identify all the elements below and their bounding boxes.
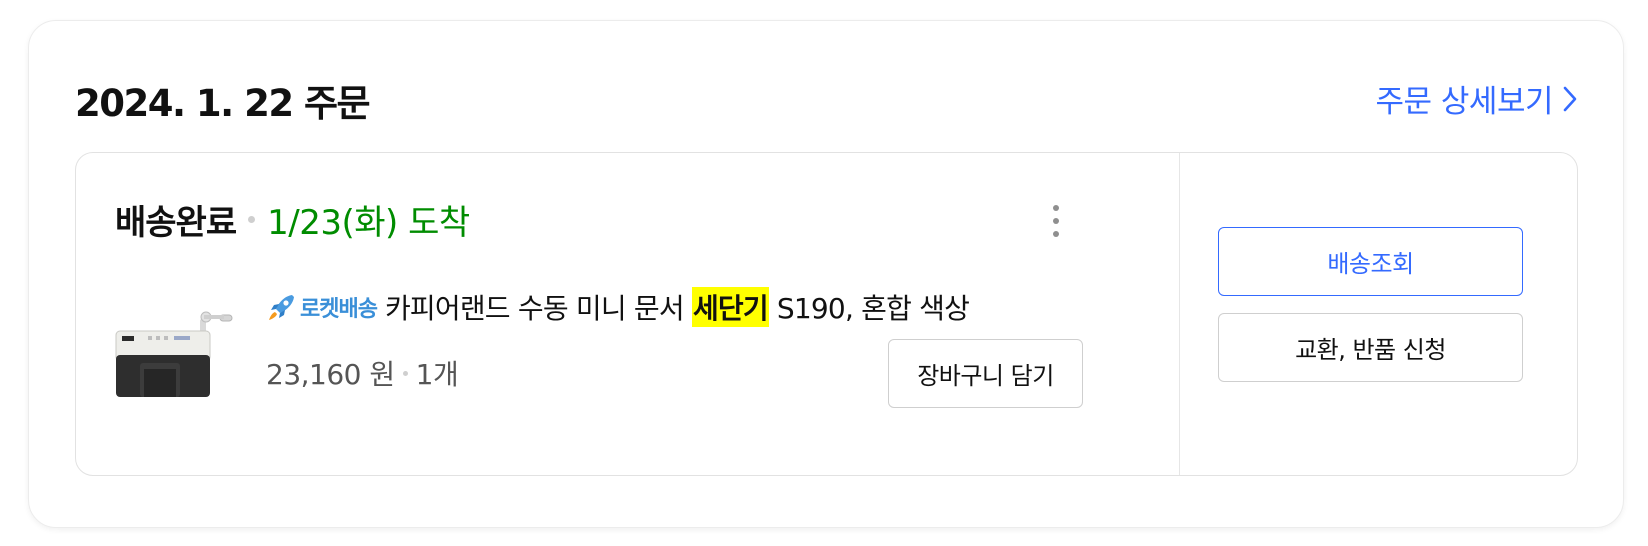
rocket-icon bbox=[269, 295, 294, 320]
more-vertical-icon[interactable] bbox=[1042, 203, 1070, 239]
arrival-date: 1/23(화) 도착 bbox=[267, 203, 470, 243]
menu-dot bbox=[1053, 231, 1059, 237]
product-quantity: 1개 bbox=[415, 358, 459, 391]
order-detail-link[interactable]: 주문 상세보기 bbox=[1376, 76, 1577, 121]
product-name-highlight[interactable]: 세단기 bbox=[691, 287, 769, 327]
shipment-box: 배송완료 1/23(화) 도착 로켓배송 카피어랜드 수동 미니 문서 세단기 … bbox=[75, 152, 1578, 476]
shipment-status-line: 배송완료 1/23(화) 도착 bbox=[115, 195, 470, 244]
shipment-info-pane: 배송완료 1/23(화) 도착 로켓배송 카피어랜드 수동 미니 문서 세단기 … bbox=[76, 153, 1179, 475]
order-date-title: 2024. 1. 22 주문 bbox=[75, 82, 371, 125]
product-title-line: 로켓배송 카피어랜드 수동 미니 문서 세단기 S190, 혼합 색상 bbox=[266, 287, 970, 327]
product-name-suffix[interactable]: S190, 혼합 색상 bbox=[769, 287, 970, 327]
price-line: 23,160 원 1개 bbox=[266, 353, 459, 393]
track-delivery-button[interactable]: 배송조회 bbox=[1218, 227, 1523, 296]
menu-dot bbox=[1053, 205, 1059, 211]
separator-dot bbox=[402, 370, 408, 376]
add-to-cart-button[interactable]: 장바구니 담기 bbox=[888, 339, 1083, 408]
product-price: 23,160 원 bbox=[266, 358, 395, 391]
product-name[interactable]: 카피어랜드 수동 미니 문서 bbox=[385, 287, 692, 327]
exchange-return-button[interactable]: 교환, 반품 신청 bbox=[1218, 313, 1523, 382]
order-detail-label: 주문 상세보기 bbox=[1375, 84, 1554, 120]
shipment-actions-pane: 배송조회 교환, 반품 신청 bbox=[1180, 153, 1577, 475]
menu-dot bbox=[1053, 218, 1059, 224]
order-card: 2024. 1. 22 주문 주문 상세보기 배송완료 1/23(화) 도착 로… bbox=[28, 20, 1624, 528]
product-thumbnail[interactable] bbox=[114, 303, 234, 403]
delivery-status: 배송완료 bbox=[115, 203, 237, 243]
rocket-delivery-badge: 로켓배송 bbox=[300, 297, 378, 322]
separator-dot bbox=[248, 216, 256, 223]
chevron-right-icon bbox=[1563, 86, 1577, 111]
